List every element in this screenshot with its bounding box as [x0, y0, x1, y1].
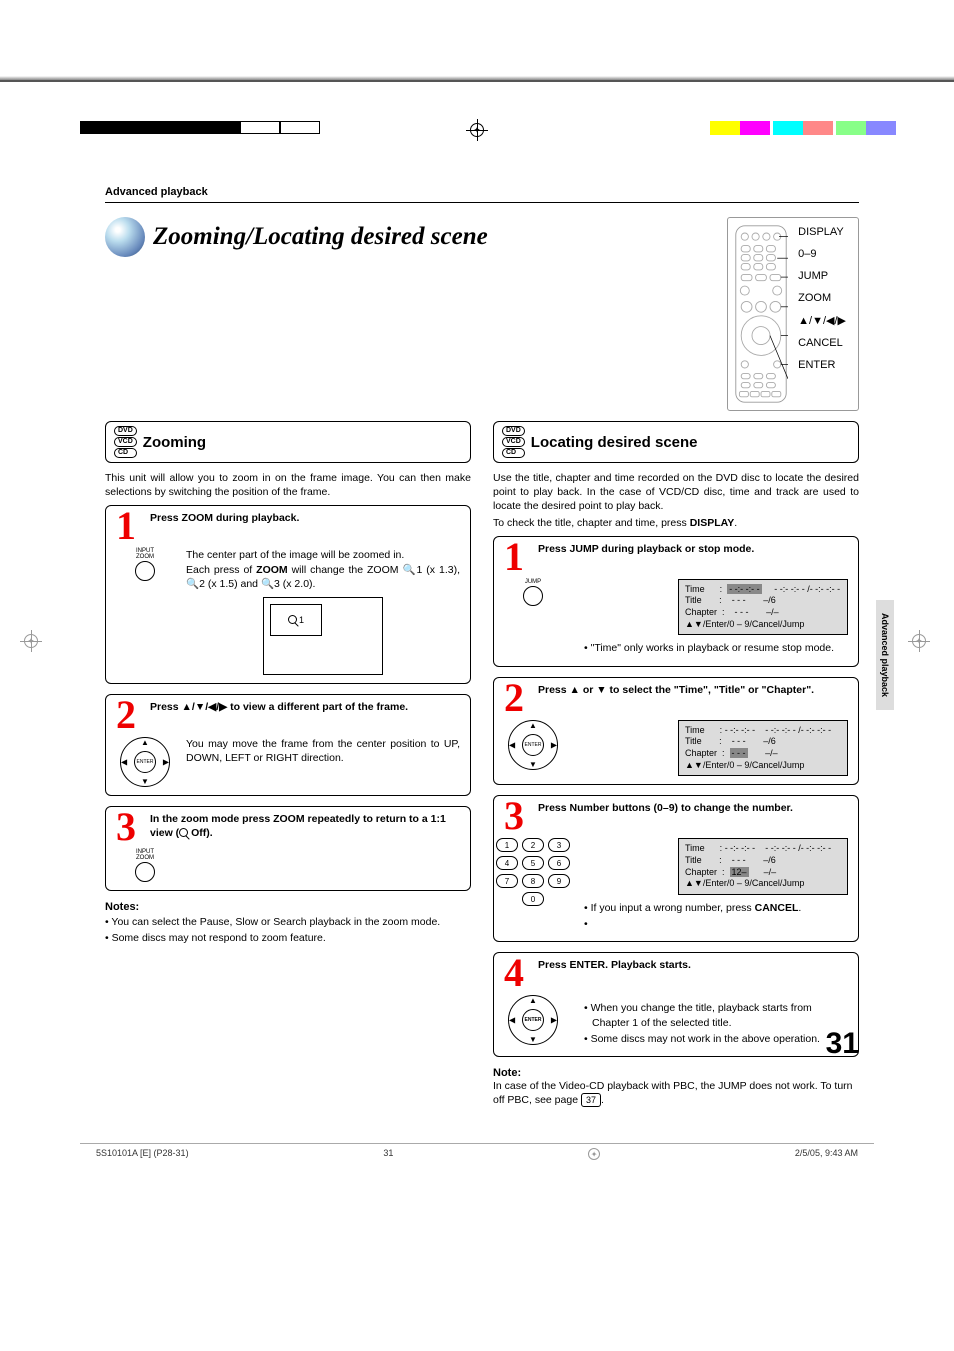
remote-icon — [734, 224, 788, 404]
step-number: 4 — [504, 959, 530, 987]
step-title: Press ▲/▼/◀/▶ to view a different part o… — [150, 701, 460, 729]
note-text: In case of the Video-CD playback with PB… — [493, 1079, 859, 1107]
step-number: 2 — [504, 684, 530, 712]
bullet-item: When you change the title, playback star… — [574, 1001, 848, 1029]
remote-label: JUMP — [798, 270, 846, 282]
page-title: Zooming/Locating desired scene — [153, 223, 488, 251]
step-title: Press ZOOM during playback. — [150, 512, 460, 540]
thumb-tab: Advanced playback — [876, 600, 894, 710]
step-body-text: You may move the frame from the center p… — [186, 737, 460, 787]
crop-marks-bar: ✦ — [0, 76, 954, 166]
remote-label: 0–9 — [798, 248, 846, 260]
step-title: Press JUMP during playback or stop mode. — [538, 543, 848, 571]
step-number: 3 — [504, 802, 530, 830]
jump-button-icon — [523, 586, 543, 606]
footer-right: 2/5/05, 9:43 AM — [795, 1148, 858, 1183]
remote-label: ▲/▼/◀/▶ — [798, 314, 846, 327]
locate-step-2: 2 Press ▲ or ▼ to select the "Time", "Ti… — [493, 677, 859, 786]
button-label: INPUT ZOOM — [136, 849, 154, 861]
magnifier-icon — [179, 828, 188, 837]
page-reference: 37 — [581, 1093, 601, 1107]
bullet-item — [574, 917, 848, 931]
osd-panel: Time : - -:- -:- - - -:- -:- - /- -:- -:… — [678, 720, 848, 777]
black-registration-blocks — [80, 121, 320, 137]
zooming-header: DVDVCDCD Zooming — [105, 421, 471, 463]
remote-label: CANCEL — [798, 337, 846, 349]
zoom-step-2: 2 Press ▲/▼/◀/▶ to view a different part… — [105, 694, 471, 796]
note-item: You can select the Pause, Slow or Search… — [105, 915, 471, 929]
registration-mark-icon: ✦ — [588, 1148, 600, 1160]
subheader-title: Zooming — [143, 434, 206, 451]
subheader-title: Locating desired scene — [531, 434, 698, 451]
arrow-pad-icon: ENTER ▲▼◀▶ — [508, 995, 558, 1045]
gradient-rule — [0, 76, 954, 82]
locating-intro: Use the title, chapter and time recorded… — [493, 471, 859, 514]
step-body-text: Each press of ZOOM will change the ZOOM … — [186, 563, 460, 591]
notes-heading: Notes: — [105, 901, 471, 913]
magnifier-icon — [288, 615, 297, 624]
zoom-osd-frame: 1 — [263, 597, 383, 675]
remote-label: ENTER — [798, 359, 846, 371]
bullet-item: Some discs may not work in the above ope… — [574, 1032, 848, 1046]
arrow-pad-icon: ENTER ▲▼◀▶ — [120, 737, 170, 787]
locate-step-1: 1 Press JUMP during playback or stop mod… — [493, 536, 859, 667]
locate-step-3: 3 Press Number buttons (0–9) to change t… — [493, 795, 859, 942]
step-title: Press Number buttons (0–9) to change the… — [538, 802, 848, 830]
step-number: 1 — [504, 543, 530, 571]
running-header: Advanced playback — [105, 186, 859, 198]
registration-mark-icon: ✦ — [470, 123, 484, 137]
button-label: INPUT ZOOM — [136, 548, 154, 560]
disc-type-icons: DVDVCDCD — [502, 426, 525, 458]
remote-label: ZOOM — [798, 292, 846, 304]
arrow-pad-icon: ENTER ▲▼◀▶ — [508, 720, 558, 770]
remote-label: DISPLAY — [798, 226, 846, 238]
zoom-level: 1 — [299, 614, 304, 626]
button-label: JUMP — [525, 579, 541, 585]
disc-type-icons: DVDVCDCD — [114, 426, 137, 458]
locating-header: DVDVCDCD Locating desired scene — [493, 421, 859, 463]
step-title: In the zoom mode press ZOOM repeatedly t… — [150, 813, 460, 841]
cmyk-color-bar — [710, 121, 896, 138]
locating-check: To check the title, chapter and time, pr… — [493, 516, 859, 530]
step-title: Press ENTER. Playback starts. — [538, 959, 848, 987]
zoom-step-1: 1 Press ZOOM during playback. INPUT ZOOM… — [105, 505, 471, 684]
remote-diagram: DISPLAY 0–9 JUMP ZOOM ▲/▼/◀/▶ CANCEL ENT… — [727, 217, 859, 411]
step-number: 1 — [116, 512, 142, 540]
step-number: 3 — [116, 813, 142, 841]
note-item: Some discs may not respond to zoom featu… — [105, 931, 471, 945]
step-title: Press ▲ or ▼ to select the "Time", "Titl… — [538, 684, 848, 712]
note-heading: Note: — [493, 1067, 859, 1079]
zooming-intro: This unit will allow you to zoom in on t… — [105, 471, 471, 499]
bullet-item: "Time" only works in playback or resume … — [574, 641, 848, 655]
zoom-button-icon — [135, 862, 155, 882]
footer-mid: 31 — [383, 1148, 393, 1183]
notes-list: You can select the Pause, Slow or Search… — [105, 915, 471, 945]
osd-panel: Time : - -:- -:- - - -:- -:- - /- -:- -:… — [678, 838, 848, 895]
step-body-text: The center part of the image will be zoo… — [186, 548, 460, 562]
sphere-ornament-icon — [105, 217, 145, 257]
footer-left: 5S10101A [E] (P28-31) — [96, 1148, 189, 1183]
print-footer: 5S10101A [E] (P28-31) 31 ✦ 2/5/05, 9:43 … — [80, 1143, 874, 1183]
bullet-item: If you input a wrong number, press CANCE… — [574, 901, 848, 915]
number-pad-icon: 123 456 789 0 — [496, 838, 570, 906]
divider — [105, 202, 859, 203]
locate-step-4: 4 Press ENTER. Playback starts. ENTER ▲▼… — [493, 952, 859, 1057]
page-number: 31 — [826, 1027, 859, 1061]
osd-panel: Time : - -:- -:- - - -:- -:- - /- -:- -:… — [678, 579, 848, 636]
step-number: 2 — [116, 701, 142, 729]
zoom-button-icon — [135, 561, 155, 581]
zoom-step-3: 3 In the zoom mode press ZOOM repeatedly… — [105, 806, 471, 891]
